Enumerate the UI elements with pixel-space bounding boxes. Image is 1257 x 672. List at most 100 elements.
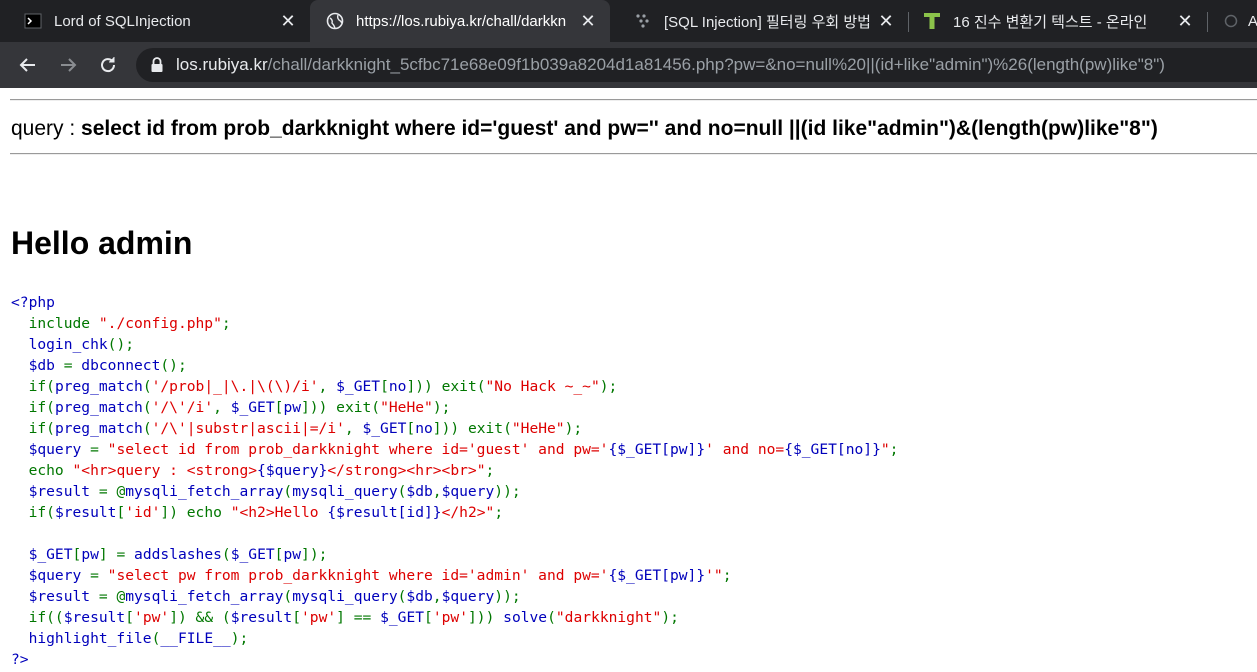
back-arrow-icon [19,58,35,72]
code-token: '/\'/i' [151,399,214,416]
code-token: ; [494,504,504,521]
code-token: <?php [11,294,55,311]
divider [10,153,1257,155]
close-icon[interactable]: ✕ [876,11,896,31]
query-line: query : select id from prob_darkknight w… [11,117,1158,141]
code-token: ; [485,462,495,479]
tab-title: 16 진수 변환기 텍스트 - 온라인 [953,13,1148,31]
code-line: $result = @mysqli_fetch_array(mysqli_que… [11,481,898,502]
code-token: ); [230,630,249,647]
code-line: $db = dbconnect(); [11,355,898,376]
code-token: $_GET [230,399,275,416]
lock-icon[interactable] [150,57,164,73]
code-token: ; [221,315,231,332]
code-token: 'pw' [432,609,468,626]
code-token: = [90,567,108,584]
code-token: [ [72,546,82,563]
code-token: if( [11,420,55,437]
close-icon[interactable]: ✕ [278,11,298,31]
tab-darkknight[interactable]: https://los.rubiya.kr/chall/darkkn ✕ [310,0,610,42]
code-token: ( [283,483,293,500]
code-line: $result = @mysqli_fetch_array(mysqli_que… [11,586,898,607]
code-token: " [880,441,890,458]
code-token: $result [230,609,293,626]
code-token: ]); [301,546,328,563]
code-token: highlight_file [11,630,152,647]
code-token: $result [11,483,99,500]
url-path: /chall/darkknight_5cfbc71e68e09f1b039a82… [267,55,1165,74]
php-source-code: <?php include "./config.php"; login_chk(… [11,292,898,670]
code-token: , [432,588,442,605]
code-token: mysqli_fetch_array [125,588,284,605]
code-token: no [388,378,407,395]
code-token: {$_GET[pw]} [608,567,706,584]
code-token: $_GET [380,609,425,626]
tab-strip: Lord of SQLInjection ✕ https://los.rubiy… [0,0,1257,42]
address-bar[interactable]: los.rubiya.kr/chall/darkknight_5cfbc71e6… [136,48,1257,82]
code-token: , [213,399,231,416]
code-token: "darkknight" [555,609,662,626]
code-token: "select id from prob_darkknight where id… [107,441,609,458]
code-token: , [432,483,442,500]
code-token: ( [142,399,152,416]
code-token: "HeHe" [511,420,565,437]
code-token: if( [11,504,55,521]
code-line: if(($result['pw']) && ($result['pw'] == … [11,607,898,628]
code-token: {$_GET[pw]} [608,441,706,458]
code-token: )); [494,588,521,605]
code-token: , [318,378,337,395]
code-token: [ [380,378,389,395]
code-token: = [90,441,108,458]
code-token: mysqli_query [292,588,398,605]
url-host: los.rubiya.kr [176,55,268,74]
code-token: "<hr>query : <strong> [72,462,258,479]
code-token: dbconnect [81,357,161,374]
code-token: ); [599,378,618,395]
code-token: = @ [98,483,126,500]
code-token: pw [283,399,302,416]
code-token: $query [11,567,91,584]
tab-lord-of-sqlinjection[interactable]: Lord of SQLInjection ✕ [0,0,310,42]
reload-icon [101,57,116,73]
code-line [11,523,898,544]
browser-toolbar: los.rubiya.kr/chall/darkknight_5cfbc71e6… [0,42,1257,88]
code-token: [ [292,609,302,626]
code-line: $_GET[pw] = addslashes($_GET[pw]); [11,544,898,565]
code-token: ); [661,609,679,626]
code-token: </h2>" [441,504,495,521]
code-token: , [344,420,363,437]
code-line: $query = "select id from prob_darkknight… [11,439,899,460]
tab-partial[interactable]: A [1208,0,1257,42]
code-token: $db [406,588,433,605]
code-token: no [415,420,433,437]
code-token: 'pw' [301,609,337,626]
tab-hex-converter[interactable]: 16 진수 변환기 텍스트 - 온라인 ✕ [909,0,1207,42]
close-icon[interactable]: ✕ [578,11,598,31]
code-token: [ [116,504,126,521]
close-icon[interactable]: ✕ [1175,11,1195,31]
code-line: if($result['id']) echo "<h2>Hello {$resu… [11,502,898,523]
code-token: $query [441,588,495,605]
code-token: ])) exit( [406,378,486,395]
code-token: if( [11,399,55,416]
terminal-icon [24,12,42,30]
code-token: "No Hack ~_~" [485,378,600,395]
code-token: $_GET [11,546,73,563]
code-token: '" [705,567,723,584]
back-button[interactable] [16,53,40,77]
url-text[interactable]: los.rubiya.kr/chall/darkknight_5cfbc71e6… [176,55,1165,75]
code-line: include "./config.php"; [11,313,898,334]
reload-button[interactable] [96,53,120,77]
code-token: $db [406,483,433,500]
code-token: ; [889,441,899,458]
code-token: [ [424,609,433,626]
code-token: preg_match [54,399,143,416]
forward-button[interactable] [56,53,80,77]
code-token: ] == [336,609,381,626]
tab-sql-injection-filter[interactable]: [SQL Injection] 필터링 우회 방법 ✕ [610,0,908,42]
code-token: )); [494,483,521,500]
code-token: ] = [98,546,135,563]
forward-arrow-icon [61,58,77,72]
code-token: 'id' [125,504,161,521]
